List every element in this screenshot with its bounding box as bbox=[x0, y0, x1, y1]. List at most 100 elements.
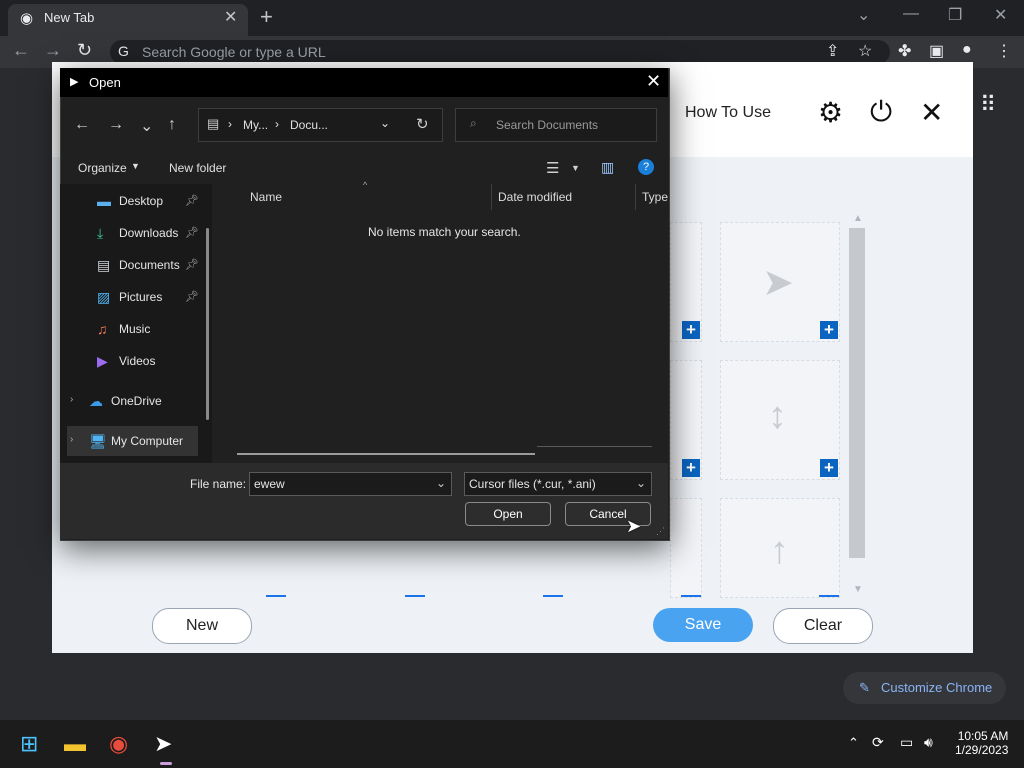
taskbar-clock[interactable]: 10:05 AM 1/29/2023 bbox=[955, 729, 1008, 757]
expand-chevron-icon[interactable]: › bbox=[70, 434, 73, 445]
clock-time: 10:05 AM bbox=[957, 729, 1009, 743]
sidebar-item-pictures[interactable]: ▨ Pictures 📌︎ bbox=[67, 282, 207, 312]
cell-indicator bbox=[819, 595, 839, 597]
help-icon[interactable]: ? bbox=[638, 159, 654, 175]
organize-dropdown-icon[interactable]: ▼ bbox=[131, 161, 140, 171]
file-name-input[interactable]: ewew ⌄ bbox=[249, 472, 452, 496]
close-tab-icon[interactable]: ✕ bbox=[224, 7, 237, 27]
new-button[interactable]: New bbox=[152, 608, 252, 644]
close-icon[interactable]: ✕ bbox=[920, 96, 943, 129]
column-name[interactable]: Name bbox=[250, 190, 282, 204]
bookmark-star-icon[interactable]: ☆ bbox=[858, 41, 872, 61]
view-options-icon[interactable]: ☰ bbox=[546, 159, 559, 177]
videos-icon: ▶ bbox=[97, 353, 108, 369]
volume-icon[interactable]: 🔊︎ bbox=[924, 734, 933, 751]
file-type-dropdown-icon[interactable]: ⌄ bbox=[636, 476, 646, 490]
up-folder-icon[interactable]: ↑ bbox=[168, 116, 176, 134]
open-button[interactable]: Open bbox=[465, 502, 551, 526]
tab-search-icon[interactable]: ⌄ bbox=[857, 5, 870, 25]
cell-indicator bbox=[681, 595, 701, 597]
apps-grid-icon[interactable]: ⠿ bbox=[980, 92, 996, 118]
sidebar-item-downloads[interactable]: ⤓ Downloads 📌︎ bbox=[67, 218, 207, 248]
mouse-cursor-icon: ➤ bbox=[626, 516, 642, 536]
network-icon[interactable]: ▭ bbox=[900, 734, 913, 751]
page-scrollbar[interactable] bbox=[849, 228, 865, 558]
forward-icon[interactable]: → bbox=[108, 116, 124, 134]
minimize-icon[interactable]: — bbox=[903, 5, 919, 23]
side-panel-icon[interactable]: ▣ bbox=[929, 41, 944, 61]
column-divider[interactable] bbox=[491, 184, 492, 210]
save-button[interactable]: Save bbox=[653, 608, 753, 642]
restore-icon[interactable]: ❐ bbox=[948, 5, 962, 25]
sidebar-item-music[interactable]: ♫ Music bbox=[67, 314, 207, 344]
pictures-icon: ▨ bbox=[97, 289, 111, 305]
windows-start-icon[interactable]: ⊞ bbox=[20, 731, 38, 757]
how-to-use-link[interactable]: How To Use bbox=[685, 104, 771, 122]
forward-icon[interactable]: → bbox=[44, 40, 62, 61]
resize-grip-icon[interactable]: ⋰ bbox=[656, 526, 665, 537]
preview-pane-icon[interactable]: ▥ bbox=[601, 159, 614, 176]
file-type-select[interactable]: Cursor files (*.cur, *.ani) ⌄ bbox=[464, 472, 652, 496]
cloud-icon: ☁ bbox=[89, 393, 103, 409]
empty-message: No items match your search. bbox=[368, 225, 521, 239]
extensions-icon[interactable]: ✤ bbox=[898, 41, 911, 61]
power-icon[interactable]: ⏻ bbox=[870, 96, 892, 129]
chrome-taskbar-icon[interactable]: ◉ bbox=[109, 731, 128, 757]
add-cursor-button[interactable]: + bbox=[820, 459, 838, 477]
cursor-app-taskbar-icon[interactable]: ➤ bbox=[154, 731, 172, 757]
omnibox-placeholder[interactable]: Search Google or type a URL bbox=[142, 44, 326, 60]
new-tab-button[interactable]: + bbox=[260, 4, 273, 30]
organize-menu[interactable]: Organize bbox=[78, 161, 127, 175]
view-dropdown-icon[interactable]: ▼ bbox=[571, 163, 580, 173]
list-divider bbox=[537, 446, 652, 447]
scroll-up-icon[interactable]: ▲ bbox=[853, 213, 863, 224]
back-icon[interactable]: ← bbox=[74, 116, 90, 134]
clear-button[interactable]: Clear bbox=[773, 608, 873, 644]
share-icon[interactable]: ⇪ bbox=[826, 41, 839, 61]
sidebar-item-videos[interactable]: ▶ Videos bbox=[67, 346, 207, 376]
column-type[interactable]: Type bbox=[642, 190, 668, 204]
column-divider[interactable] bbox=[635, 184, 636, 210]
column-date-modified[interactable]: Date modified bbox=[498, 190, 572, 204]
pin-icon: 📌︎ bbox=[185, 227, 199, 239]
file-name-dropdown-icon[interactable]: ⌄ bbox=[436, 476, 446, 490]
reload-icon[interactable]: ↻ bbox=[77, 40, 92, 61]
cursor-cell[interactable] bbox=[670, 498, 702, 598]
add-cursor-button[interactable]: + bbox=[682, 321, 700, 339]
vertical-resize-icon: ↕ bbox=[768, 395, 787, 437]
file-name-label: File name: bbox=[190, 477, 247, 491]
sidebar-label: OneDrive bbox=[111, 394, 162, 408]
sidebar-item-desktop[interactable]: ▬ Desktop 📌︎ bbox=[67, 186, 207, 216]
scroll-down-icon[interactable]: ▼ bbox=[853, 584, 863, 595]
expand-chevron-icon[interactable]: › bbox=[70, 394, 73, 405]
app-arrow-icon: ▶ bbox=[70, 76, 79, 88]
dialog-titlebar[interactable] bbox=[60, 68, 668, 97]
dialog-close-icon[interactable]: ✕ bbox=[646, 71, 661, 92]
sidebar-item-my-computer[interactable]: › 🖥︎ My Computer bbox=[67, 426, 198, 456]
desktop-icon: ▬ bbox=[97, 193, 111, 209]
file-explorer-icon[interactable]: ▬ bbox=[64, 731, 86, 757]
customize-chrome-button[interactable]: ✎ Customize Chrome bbox=[843, 672, 1006, 704]
update-icon[interactable]: ⟳ bbox=[872, 734, 884, 751]
sidebar-item-onedrive[interactable]: › ☁ OneDrive bbox=[67, 386, 207, 416]
new-folder-button[interactable]: New folder bbox=[169, 161, 226, 175]
breadcrumb-docu[interactable]: Docu... bbox=[290, 118, 328, 132]
add-cursor-button[interactable]: + bbox=[820, 321, 838, 339]
sidebar-scrollbar[interactable] bbox=[206, 228, 209, 420]
cell-indicator bbox=[405, 595, 425, 597]
back-icon[interactable]: ← bbox=[12, 40, 30, 61]
menu-icon[interactable]: ⋮ bbox=[996, 41, 1012, 61]
address-dropdown-icon[interactable]: ⌄ bbox=[380, 116, 390, 130]
settings-gear-icon[interactable]: ⚙ bbox=[818, 96, 843, 129]
sidebar-item-documents[interactable]: ▤ Documents 📌︎ bbox=[67, 250, 207, 280]
horizontal-scrollbar[interactable] bbox=[237, 453, 535, 455]
recent-locations-icon[interactable]: ⌄ bbox=[140, 116, 153, 136]
refresh-icon[interactable]: ↻ bbox=[416, 115, 429, 133]
add-cursor-button[interactable]: + bbox=[682, 459, 700, 477]
profile-icon[interactable]: ● bbox=[962, 41, 972, 59]
close-window-icon[interactable]: ✕ bbox=[994, 5, 1007, 25]
computer-icon: 🖥︎ bbox=[89, 433, 107, 449]
breadcrumb-my[interactable]: My... bbox=[243, 118, 268, 132]
show-hidden-icons[interactable]: ⌃ bbox=[848, 735, 859, 751]
dialog-title: Open bbox=[89, 75, 121, 90]
